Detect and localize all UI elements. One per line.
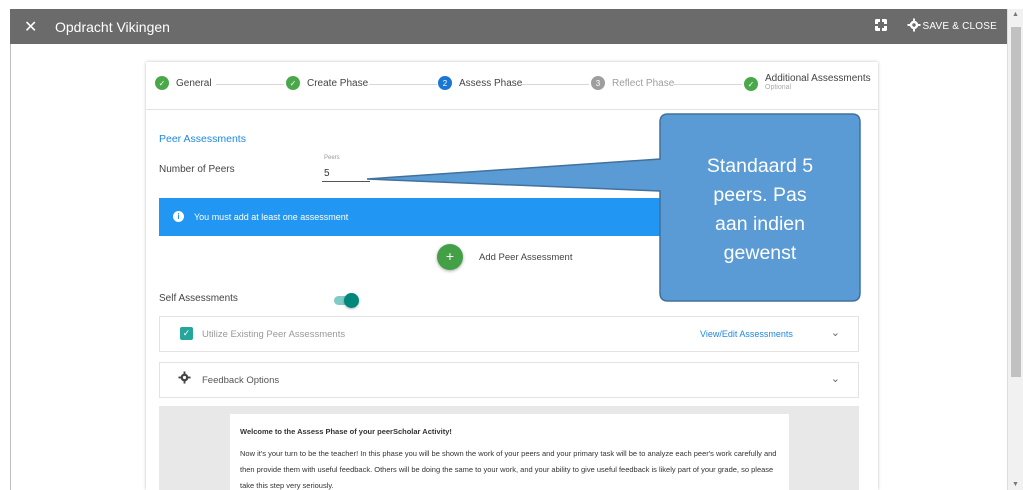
step-label: Assess Phase [459,77,523,89]
step-reflect-phase[interactable]: 3 Reflect Phase [591,76,674,90]
step-number: 3 [591,76,605,90]
close-icon[interactable]: ✕ [24,17,37,37]
peers-field-label: Peers [324,155,340,161]
check-icon: ✓ [286,76,300,90]
self-assessments-label: Self Assessments [159,293,238,304]
gear-icon[interactable] [907,18,921,35]
callout-line: gewenst [723,242,797,264]
step-sublabel: Optional [765,84,792,91]
add-peer-assessment-button[interactable]: + [437,244,463,270]
step-number: 2 [438,76,452,90]
save-close-button[interactable]: SAVE & CLOSE [923,21,997,32]
callout-line: Standaard 5 [706,155,814,177]
toggle-knob[interactable] [344,293,359,308]
step-create-phase[interactable]: ✓ Create Phase [286,76,368,90]
scroll-up-icon[interactable]: ▲ [1012,11,1019,18]
feedback-options-panel[interactable]: Feedback Options ⌄ [159,362,859,398]
check-icon: ✓ [155,76,169,90]
instructions-body: Now it's your turn to be the teacher! In… [240,449,777,490]
check-icon: ✓ [744,77,758,91]
step-connector [369,84,437,85]
step-label: Additional Assessments [765,73,871,84]
step-connector [216,84,284,85]
scrollbar-thumb[interactable] [1011,27,1021,377]
utilize-label: Utilize Existing Peer Assessments [202,329,346,340]
view-edit-assessments-link[interactable]: View/Edit Assessments [700,329,793,339]
chevron-down-icon[interactable]: ⌄ [831,372,840,385]
step-additional-assessments[interactable]: ✓ Additional Assessments Optional [744,73,871,91]
alert-text: You must add at least one assessment [194,212,349,222]
step-connector [521,84,589,85]
top-bar: ✕ Opdracht Vikingen SAVE & CLOSE [10,9,1007,44]
step-assess-phase[interactable]: 2 Assess Phase [438,76,522,90]
peers-input[interactable]: 5 [324,168,330,179]
chevron-down-icon[interactable]: ⌄ [831,326,840,339]
scrollbar[interactable]: ▲ ▼ [1007,9,1023,490]
number-of-peers-label: Number of Peers [159,164,235,175]
app-title: Opdracht Vikingen [55,19,170,35]
add-peer-assessment-label[interactable]: Add Peer Assessment [479,252,572,263]
utilize-existing-panel[interactable]: ✓ Utilize Existing Peer Assessments View… [159,316,859,352]
instructions-title: Welcome to the Assess Phase of your peer… [240,427,452,436]
info-icon: i [173,211,184,222]
step-label: General [176,77,212,89]
self-assessments-toggle[interactable] [334,293,359,308]
step-label: Create Phase [307,77,369,89]
instructions-editor[interactable]: Welcome to the Assess Phase of your peer… [230,414,789,490]
peer-assessments-title: Peer Assessments [159,133,246,145]
left-border [10,44,11,490]
callout-line: peers. Pas [713,184,807,206]
fullscreen-icon[interactable] [874,18,888,35]
feedback-options-label: Feedback Options [202,375,280,386]
callout-line: aan indien [715,213,805,235]
step-label: Reflect Phase [612,77,675,89]
step-general[interactable]: ✓ General [155,76,212,90]
step-connector [674,84,742,85]
peers-input-underline [322,181,370,182]
phase-stepper: ✓ General ✓ Create Phase 2 Assess Phase … [146,62,878,110]
scroll-down-icon[interactable]: ▼ [1012,481,1019,488]
gear-icon [178,371,191,387]
checkbox-checked-icon[interactable]: ✓ [180,327,193,340]
callout-text: Standaard 5 peers. Pas aan indien gewens… [660,125,860,295]
